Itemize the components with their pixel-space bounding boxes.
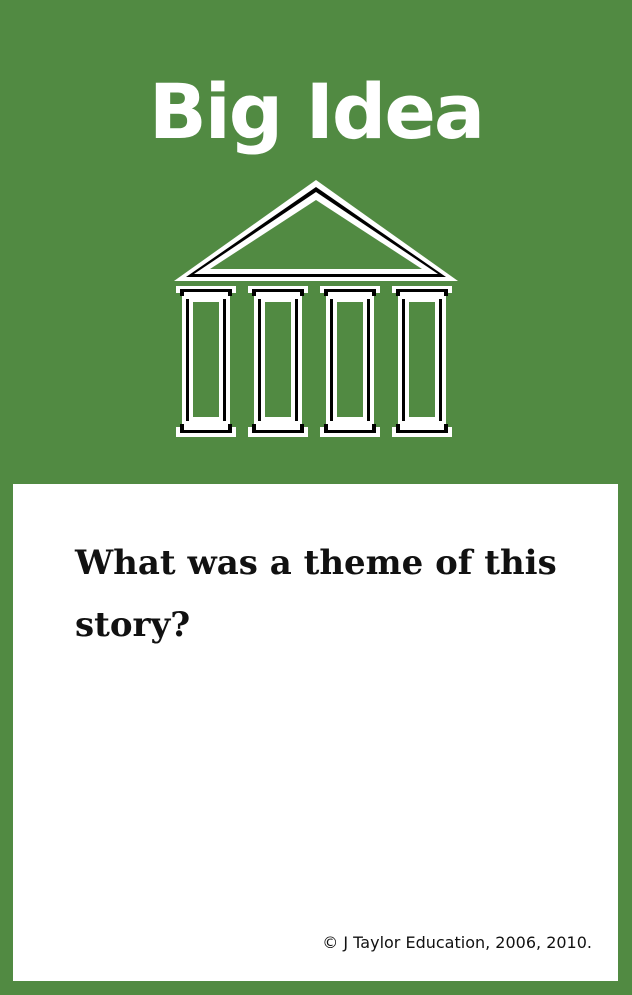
column <box>176 286 236 437</box>
roof <box>174 180 458 281</box>
column <box>248 286 308 437</box>
column <box>320 286 380 437</box>
big-idea-card: Big Idea What was a theme of this story?… <box>0 0 632 995</box>
temple-icon <box>174 180 458 437</box>
question-panel: What was a theme of this story? © J Tayl… <box>13 484 618 981</box>
copyright-notice: © J Taylor Education, 2006, 2010. <box>322 933 592 952</box>
column <box>392 286 452 437</box>
card-title: Big Idea <box>148 67 485 156</box>
question-text: What was a theme of this story? <box>75 543 557 645</box>
